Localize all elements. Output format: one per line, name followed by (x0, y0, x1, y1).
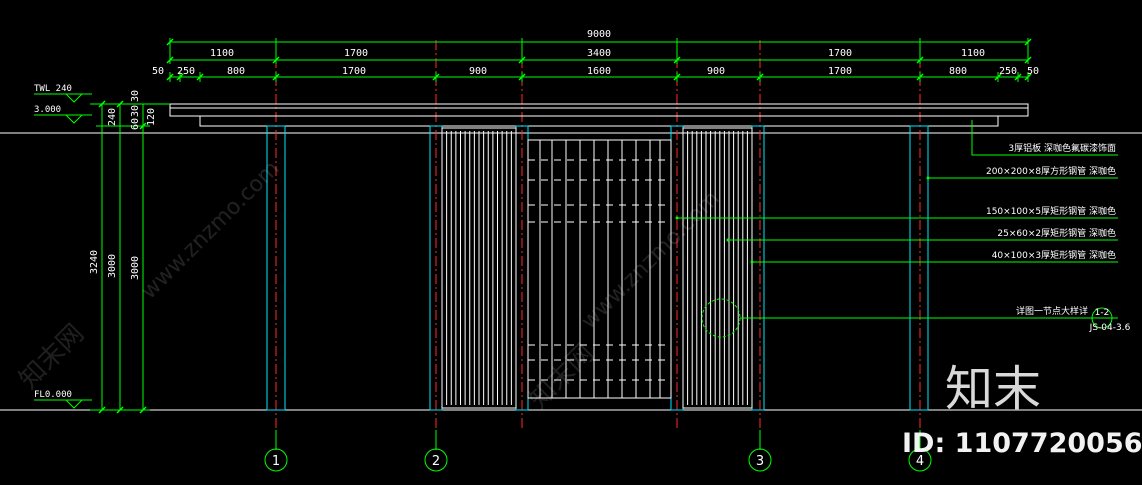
dim-row1-value: 3400 (587, 48, 611, 59)
dim-left-3000a: 3000 (107, 254, 118, 278)
note-rect-tube-40: 40×100×3厚矩形钢管 深咖色 (992, 249, 1116, 261)
dim-left-3240: 3240 (89, 250, 100, 274)
dim-left-120: 120 (146, 108, 157, 126)
axis-label-3: 3 (756, 454, 764, 469)
dim-row2-value: 1600 (587, 66, 611, 77)
dim-row2-value: 250 (177, 66, 195, 77)
note-square-tube: 200×200×8厚方形钢管 深咖色 (986, 165, 1116, 177)
dim-row2-value: 50 (1027, 66, 1039, 77)
dim-row2: 50 250 800 1700 900 1600 900 1700 800 250 50 (152, 66, 1039, 77)
dim-left-240: 240 (107, 108, 118, 126)
dim-left-30a: 30 (130, 90, 141, 102)
dim-row2-value: 50 (152, 66, 164, 77)
dim-row2-value: 900 (707, 66, 725, 77)
dim-row2-value: 900 (469, 66, 487, 77)
elevation-drawing: 9000 1100 1700 3400 1700 1100 50 250 800 1700 90… (0, 29, 1142, 472)
watermark-net-center: 知末网 (524, 339, 600, 415)
dim-left-30b: 30 (130, 105, 141, 117)
leader-dots (675, 176, 930, 264)
detail-ref-number: 1-2 (1095, 308, 1110, 318)
level-3000: 3.000 (34, 105, 61, 115)
screen-frame (682, 127, 753, 409)
dim-row1: 1100 1700 3400 1700 1100 (210, 48, 985, 59)
roof-slab (169, 103, 1029, 127)
dim-row1-value: 1100 (961, 48, 985, 59)
columns (266, 125, 929, 411)
dim-row2-value: 1700 (342, 66, 366, 77)
dim-row2-value: 1700 (828, 66, 852, 77)
level-twl: TWL 240 (34, 84, 72, 94)
dim-row2-value: 800 (949, 66, 967, 77)
note-rect-tube-25: 25×60×2厚矩形钢管 深咖色 (997, 227, 1116, 239)
level-fl: FL0.000 (34, 390, 72, 400)
watermark-brand: 知末 (945, 361, 1041, 417)
note-aluminum-panel: 3厚铝板 深咖色氟碳漆饰面 (1008, 142, 1116, 154)
right-screen-slats (682, 127, 753, 409)
dim-total: 9000 (587, 29, 611, 40)
axis-bubbles (264, 430, 932, 472)
detail-callout-circle (701, 298, 741, 338)
dim-row1-value: 1700 (828, 48, 852, 59)
dim-left-60: 60 (130, 118, 141, 130)
note-rect-tube-150: 150×100×5厚矩形钢管 深咖色 (986, 205, 1116, 217)
axis-label-2: 2 (432, 454, 440, 469)
dim-row1-value: 1100 (210, 48, 234, 59)
dim-row2-value: 250 (999, 66, 1017, 77)
left-screen-slats (441, 127, 517, 409)
dim-left-3000b: 3000 (130, 256, 141, 280)
dim-row1-value: 1700 (344, 48, 368, 59)
axis-centerlines (275, 40, 921, 430)
dim-row2-value: 800 (227, 66, 245, 77)
watermark-id: ID: 1107720056 (902, 428, 1142, 459)
axis-label-1: 1 (272, 454, 280, 469)
note-detail: 详图一节点大样详 (1016, 305, 1088, 317)
watermark-net-left: 知末网 (14, 319, 90, 395)
detail-ref-sheet: JS-04-3.6 (1089, 323, 1131, 333)
watermark-site-left: www.znzmo.com (137, 156, 285, 304)
